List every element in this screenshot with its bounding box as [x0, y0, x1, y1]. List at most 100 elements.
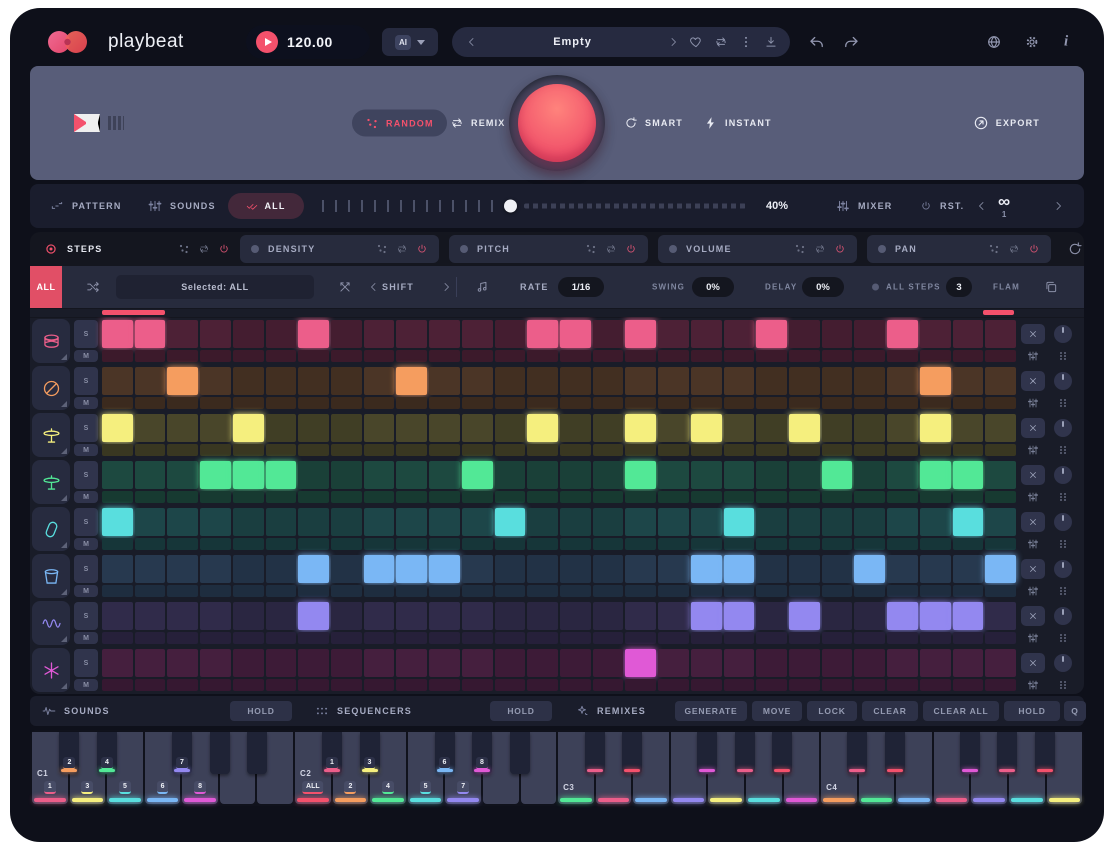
fader-icon[interactable] [1027, 397, 1039, 409]
step-22[interactable] [789, 461, 820, 489]
step-23[interactable] [822, 602, 853, 630]
velocity-6[interactable] [266, 679, 297, 691]
step-24[interactable] [854, 367, 885, 395]
loop-icon[interactable] [198, 243, 210, 255]
step-15[interactable] [560, 367, 591, 395]
key-pad-4[interactable]: 4 [382, 781, 394, 794]
reset-button[interactable]: RST. [914, 199, 970, 213]
more-options-icon[interactable] [739, 35, 753, 49]
step-14[interactable] [527, 320, 558, 348]
velocity-21[interactable] [756, 397, 787, 409]
velocity-6[interactable] [266, 350, 297, 362]
velocity-7[interactable] [298, 632, 329, 644]
velocity-27[interactable] [953, 538, 984, 550]
tab-pattern[interactable]: PATTERN [44, 198, 128, 214]
ai-mode-button[interactable]: AI [382, 28, 438, 56]
velocity-21[interactable] [756, 444, 787, 456]
mixer-button[interactable]: MIXER [830, 198, 899, 214]
step-17[interactable] [625, 649, 656, 677]
black-key-16[interactable] [885, 732, 905, 774]
step-9[interactable] [364, 320, 395, 348]
step-12[interactable] [462, 414, 493, 442]
step-14[interactable] [527, 414, 558, 442]
velocity-9[interactable] [364, 679, 395, 691]
clear-track-button[interactable] [1021, 606, 1045, 626]
fader-icon[interactable] [1027, 585, 1039, 597]
velocity-2[interactable] [135, 585, 166, 597]
bpm-value[interactable]: 120.00 [287, 34, 333, 50]
step-20[interactable] [724, 602, 755, 630]
flam-label[interactable]: FLAM [993, 283, 1020, 292]
loop-icon[interactable] [814, 243, 826, 255]
step-5[interactable] [233, 555, 264, 583]
step-17[interactable] [625, 555, 656, 583]
dots-grid-icon[interactable] [1057, 491, 1069, 503]
step-11[interactable] [429, 367, 460, 395]
black-key-4[interactable] [247, 732, 267, 774]
fx-icon[interactable] [32, 648, 70, 692]
key-pad-2[interactable]: 2 [64, 757, 76, 770]
key-pad-7[interactable]: 7 [176, 757, 188, 770]
slider-handle[interactable] [504, 200, 517, 213]
step-12[interactable] [462, 555, 493, 583]
clear-track-button[interactable] [1021, 324, 1045, 344]
step-13[interactable] [495, 508, 526, 536]
velocity-15[interactable] [560, 491, 591, 503]
velocity-18[interactable] [658, 679, 689, 691]
fader-icon[interactable] [1027, 491, 1039, 503]
clear-button[interactable]: CLEAR [862, 701, 918, 721]
fader-icon[interactable] [1027, 350, 1039, 362]
step-24[interactable] [854, 649, 885, 677]
favorite-heart-icon[interactable] [689, 35, 703, 49]
play-button[interactable] [256, 31, 278, 53]
velocity-19[interactable] [691, 585, 722, 597]
all-steps-value[interactable]: 3 [946, 277, 972, 297]
velocity-11[interactable] [429, 585, 460, 597]
velocity-23[interactable] [822, 350, 853, 362]
velocity-16[interactable] [593, 444, 624, 456]
step-22[interactable] [789, 414, 820, 442]
velocity-5[interactable] [233, 491, 264, 503]
velocity-4[interactable] [200, 491, 231, 503]
step-4[interactable] [200, 367, 231, 395]
velocity-16[interactable] [593, 350, 624, 362]
step-1[interactable] [102, 320, 133, 348]
mute-button[interactable]: M [74, 444, 98, 456]
velocity-5[interactable] [233, 632, 264, 644]
key-pad-6[interactable]: 6 [439, 757, 451, 770]
black-key-8[interactable]: 8 [472, 732, 492, 774]
smart-button[interactable]: SMART [618, 115, 689, 131]
step-6[interactable] [266, 367, 297, 395]
step-23[interactable] [822, 320, 853, 348]
velocity-24[interactable] [854, 491, 885, 503]
step-6[interactable] [266, 508, 297, 536]
velocity-11[interactable] [429, 350, 460, 362]
velocity-5[interactable] [233, 585, 264, 597]
step-28[interactable] [985, 414, 1016, 442]
generate-button[interactable]: GENERATE [675, 701, 747, 721]
velocity-1[interactable] [102, 538, 133, 550]
velocity-19[interactable] [691, 397, 722, 409]
velocity-18[interactable] [658, 444, 689, 456]
velocity-12[interactable] [462, 350, 493, 362]
step-13[interactable] [495, 555, 526, 583]
velocity-12[interactable] [462, 679, 493, 691]
step-5[interactable] [233, 414, 264, 442]
velocity-3[interactable] [167, 679, 198, 691]
key-pad-1[interactable]: 1 [44, 781, 56, 794]
velocity-19[interactable] [691, 491, 722, 503]
step-10[interactable] [396, 367, 427, 395]
step-5[interactable] [233, 367, 264, 395]
velocity-12[interactable] [462, 491, 493, 503]
step-27[interactable] [953, 602, 984, 630]
velocity-17[interactable] [625, 585, 656, 597]
velocity-11[interactable] [429, 491, 460, 503]
step-15[interactable] [560, 602, 591, 630]
step-28[interactable] [985, 602, 1016, 630]
step-17[interactable] [625, 461, 656, 489]
step-21[interactable] [756, 320, 787, 348]
step-23[interactable] [822, 508, 853, 536]
velocity-1[interactable] [102, 585, 133, 597]
step-21[interactable] [756, 461, 787, 489]
velocity-11[interactable] [429, 444, 460, 456]
